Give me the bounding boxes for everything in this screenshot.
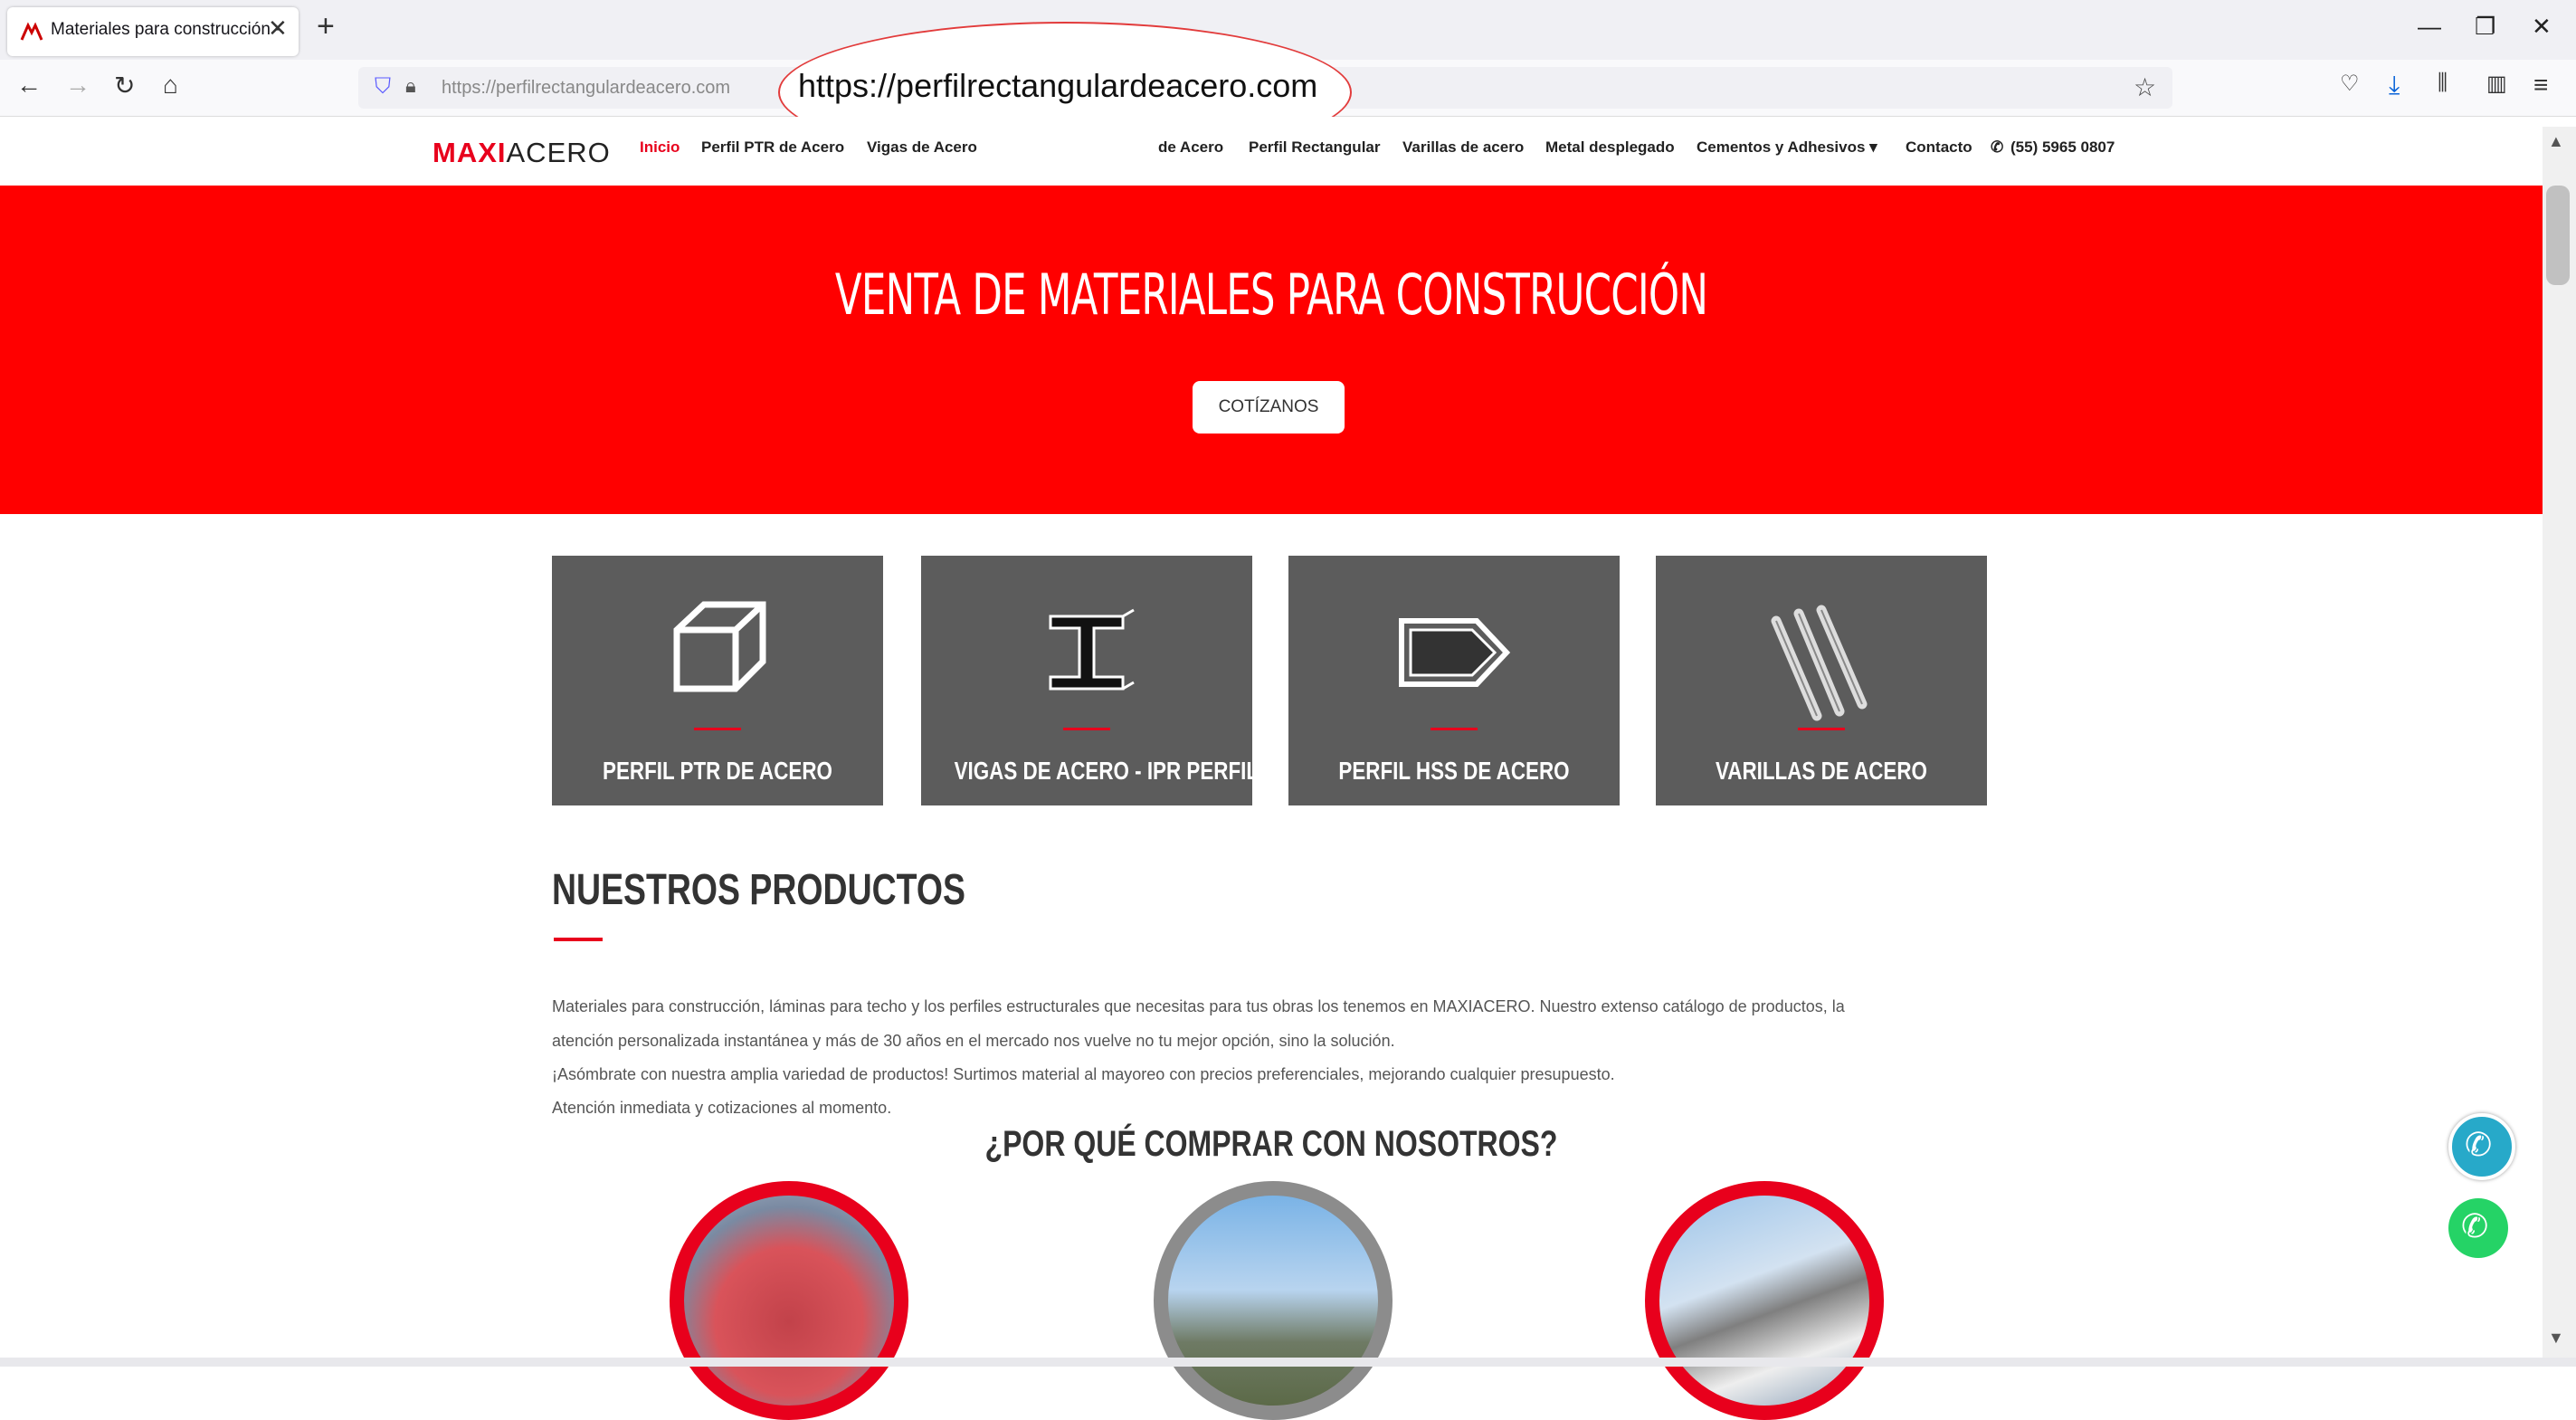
nav-vigas[interactable]: Vigas de Acero <box>867 138 977 157</box>
site-logo[interactable]: MAXIACERO <box>433 137 611 169</box>
whatsapp-icon: ✆ <box>2461 1207 2489 1244</box>
products-paragraph-line: atención personalizada instantánea y más… <box>552 1032 1395 1050</box>
card-accent-line <box>1063 728 1110 730</box>
whatsapp-button[interactable]: ✆ <box>2448 1198 2508 1258</box>
menu-icon[interactable]: ≡ <box>2533 71 2548 100</box>
back-icon[interactable]: ← <box>16 71 42 100</box>
products-paragraph-line: Atención inmediata y cotizaciones al mom… <box>552 1099 892 1117</box>
card-accent-line <box>1431 728 1478 730</box>
nav-cementos[interactable]: Cementos y Adhesivos ▾ <box>1697 138 1877 157</box>
card-varillas[interactable]: VARILLAS DE ACERO <box>1656 556 1987 805</box>
card-label: PERFIL HSS DE ACERO <box>1338 757 1570 785</box>
nav-inicio[interactable]: Inicio <box>640 138 680 157</box>
hss-profile-icon <box>1399 618 1511 687</box>
minimize-icon[interactable]: — <box>2418 13 2441 41</box>
scroll-up-icon[interactable]: ▲ <box>2548 132 2564 151</box>
truck-photo <box>1645 1181 1884 1420</box>
card-label: VARILLAS DE ACERO <box>1716 757 1927 785</box>
why-title: ¿POR QUÉ COMPRAR CON NOSOTROS? <box>984 1124 1558 1164</box>
team-photo <box>670 1181 908 1420</box>
card-vigas[interactable]: VIGAS DE ACERO - IPR PERFIL <box>921 556 1259 805</box>
nav-hss[interactable]: de Acero <box>1158 138 1223 157</box>
nav-varillas[interactable]: Varillas de acero <box>1402 138 1524 157</box>
url-text[interactable]: https://perfilrectangulardeacero.com <box>442 78 730 99</box>
card-accent-line <box>1798 728 1845 730</box>
card-hss[interactable]: PERFIL HSS DE ACERO <box>1288 556 1620 805</box>
page-scrollbar[interactable] <box>2543 127 2576 1358</box>
tab-title: Materiales para construcción - <box>51 20 281 39</box>
status-bar <box>0 1358 2576 1367</box>
card-label: PERFIL PTR DE ACERO <box>603 757 832 785</box>
nav-metal-desplegado[interactable]: Metal desplegado <box>1545 138 1675 157</box>
browser-tab[interactable]: Materiales para construcción - ✕ <box>7 7 299 56</box>
hero-banner: VENTA DE MATERIALES PARA CONSTRUCCIÓN CO… <box>0 186 2543 514</box>
nav-perfil-rectangular[interactable]: Perfil Rectangular <box>1249 138 1381 157</box>
hero-title: VENTA DE MATERIALES PARA CONSTRUCCIÓN <box>834 262 1708 328</box>
i-beam-icon <box>1049 608 1135 691</box>
products-accent-line <box>554 938 603 941</box>
lock-icon[interactable]: 🔒︎ <box>405 74 416 98</box>
site-header: MAXIACERO Inicio Perfil PTR de Acero Vig… <box>0 117 2553 186</box>
phone-call-button[interactable]: ✆ <box>2448 1113 2515 1180</box>
products-paragraph-line: Materiales para construcción, láminas pa… <box>552 997 1845 1015</box>
products-title: NUESTROS PRODUCTOS <box>552 866 965 914</box>
construction-photo <box>1154 1181 1393 1420</box>
restore-icon[interactable]: ❐ <box>2475 13 2495 41</box>
url-callout-text: https://perfilrectangulardeacero.com <box>798 67 1318 104</box>
products-paragraph-line: ¡Asómbrate con nuestra amplia variedad d… <box>552 1065 1615 1083</box>
nav-perfil-ptr[interactable]: Perfil PTR de Acero <box>701 138 844 157</box>
phone-call-icon: ✆ <box>2465 1126 2493 1163</box>
card-label: VIGAS DE ACERO - IPR PERFIL <box>954 757 1259 785</box>
nav-contacto[interactable]: Contacto <box>1906 138 1972 157</box>
scrollbar-thumb[interactable] <box>2546 186 2570 285</box>
window-close-icon[interactable]: ✕ <box>2532 13 2552 41</box>
quote-button[interactable]: COTÍZANOS <box>1193 381 1345 434</box>
cube-icon <box>673 601 766 692</box>
forward-icon[interactable]: → <box>65 71 90 100</box>
card-perfil-ptr[interactable]: PERFIL PTR DE ACERO <box>552 556 883 805</box>
nav-phone[interactable]: (55) 5965 0807 <box>2010 138 2115 157</box>
home-icon[interactable]: ⌂ <box>163 71 178 100</box>
scroll-down-icon[interactable]: ▼ <box>2548 1329 2564 1348</box>
sidebar-icon[interactable]: ▥ <box>2486 71 2507 97</box>
bookmark-star-icon[interactable]: ☆ <box>2134 72 2156 102</box>
phone-icon: ✆ <box>1991 138 2004 156</box>
new-tab-button[interactable]: + <box>317 9 335 44</box>
tab-close-icon[interactable]: ✕ <box>268 14 288 43</box>
reload-icon[interactable]: ↻ <box>114 71 135 100</box>
site-favicon-icon <box>20 22 43 41</box>
downloads-icon[interactable]: ⤓ <box>2389 71 2400 100</box>
library-icon[interactable]: ⫼ <box>2438 71 2448 96</box>
card-accent-line <box>694 728 741 730</box>
pocket-icon[interactable]: ♡ <box>2340 71 2360 97</box>
rebar-icon <box>1771 605 1868 721</box>
tracking-shield-icon[interactable]: ⛉ <box>375 74 391 100</box>
